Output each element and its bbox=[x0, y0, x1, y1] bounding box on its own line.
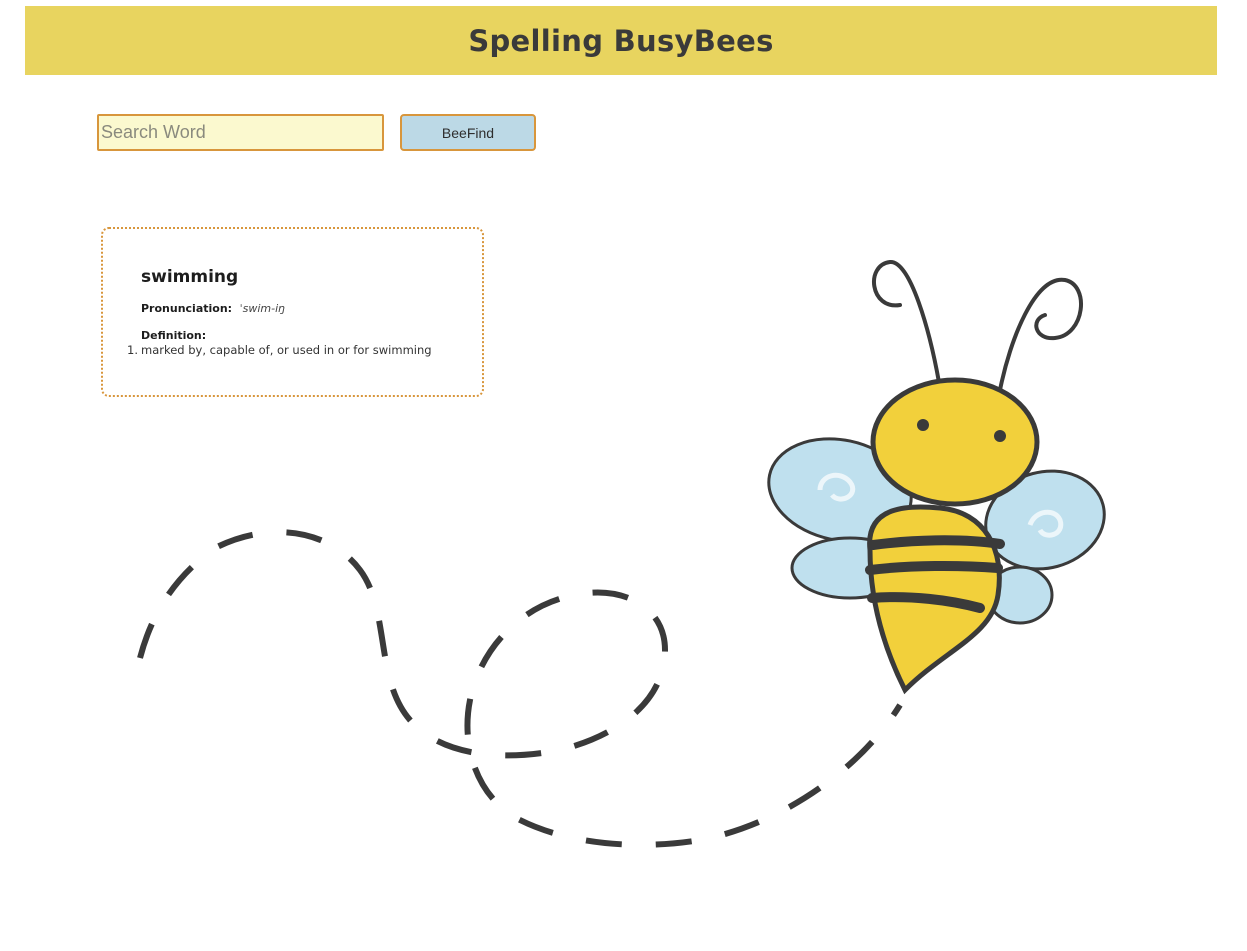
page: Spelling BusyBees BeeFind swimming Pronu… bbox=[0, 0, 1247, 951]
bee-icon bbox=[767, 260, 1106, 695]
